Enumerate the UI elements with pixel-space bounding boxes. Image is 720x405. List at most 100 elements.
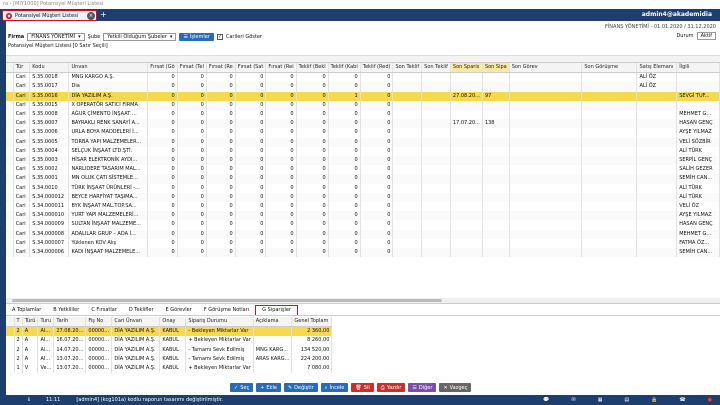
table-row[interactable]: Cari S.35.0017 Dia 0 0 0 0 0 0 0 0 ALİ ÖZ <box>6 82 720 92</box>
table-row[interactable]: Cari S.35.0002 NARLIDERE TASARIM MAL... 0 0 0… <box>6 165 720 175</box>
column-header[interactable]: Satış Elemanı <box>636 63 678 74</box>
table-row[interactable]: 2 A Al... 14.07.20... 00000... DİA YAZILIM A.… <box>6 345 333 355</box>
table-row[interactable]: Cari S.34.000006 KADI İNŞAAT MALZEMELE... 0… <box>6 248 720 258</box>
detail-tab[interactable]: C Fırsatlar <box>85 306 123 315</box>
table-cell <box>636 202 678 212</box>
table-row[interactable]: 2 A Al... 13.07.20... 00000... DİA YAZILIM A.… <box>6 354 333 365</box>
column-header[interactable]: Türü <box>22 317 39 328</box>
column-header[interactable]: Fırsat (Tel <box>177 63 207 74</box>
table-row[interactable]: 2 A Al... 27.08.20... 00000... DİA YAZILIM A.… <box>6 326 333 337</box>
table-cell: 0 <box>235 165 267 175</box>
table-cell: 0 <box>328 137 361 147</box>
table-cell: 0 <box>296 156 329 166</box>
detail-tab[interactable]: D Teklifler <box>123 306 160 315</box>
row-indicator <box>6 211 14 221</box>
column-header[interactable]: Sipariş Durumu <box>185 317 254 328</box>
column-header[interactable]: Fırsat (Sat <box>235 63 267 74</box>
table-row[interactable]: Cari S.34.000012 BEYCE HARFİYAT TAŞIMA... 0… <box>6 192 720 203</box>
sil-button[interactable]: 🗑 Sil <box>351 383 374 392</box>
lock-icon[interactable]: 🔒 <box>651 397 657 403</box>
table-cell: 0 <box>296 248 329 258</box>
table-cell: 0 <box>265 100 297 111</box>
yazdir-button[interactable]: ⎙ Yazdır <box>376 383 406 392</box>
column-header[interactable]: Kodu <box>29 63 70 74</box>
mail-icon[interactable]: ✉ <box>571 397 575 403</box>
table-row[interactable]: Cari S.34.000010 YURT YAPI MALZEMELERİ... 0… <box>6 211 720 221</box>
horizontal-scrollbar[interactable] <box>6 298 720 303</box>
table-row[interactable]: Cari S.35.0007 BAYRAKLI RENK SANAYİ A... 0 0… <box>6 119 720 129</box>
diger-button[interactable]: ☰ Diğer <box>408 383 437 392</box>
ekle-button[interactable]: + Ekle <box>256 383 281 392</box>
column-header[interactable]: Genel Toplam <box>291 317 333 328</box>
column-header[interactable]: İlgili <box>676 63 720 74</box>
column-header[interactable]: Son Teklif <box>392 63 423 74</box>
sube-select[interactable]: Yetkili Olduğum Şubeler ▾ <box>103 33 177 41</box>
close-icon[interactable]: × <box>87 11 95 20</box>
table-row[interactable]: 1 V Ve... 13.07.20... 00000... DİA YAZILIM A.… <box>6 364 333 374</box>
islemler-button[interactable]: ☰ İşlemler <box>179 33 214 41</box>
durum-select[interactable]: Aktif <box>696 32 716 40</box>
table-row[interactable]: Cari S.34.000011 BYK İNŞAAT MAL.TOP.SA... 0… <box>6 202 720 212</box>
column-header[interactable]: Açıklama <box>253 317 293 328</box>
detail-tab[interactable]: E Görevler <box>160 306 198 315</box>
table-cell <box>392 156 423 166</box>
vazgec-button[interactable]: ✕ Vazgeç <box>439 383 472 392</box>
column-header[interactable]: Cari Ünvan <box>111 317 161 328</box>
table-row[interactable]: Cari S.35.0015 X OPERATÖR SATICI FİRMA 0 0 0 0… <box>6 100 720 111</box>
sec-button[interactable]: ✓ Seç <box>230 383 254 392</box>
column-header[interactable]: Teklif (Bekl <box>296 63 329 74</box>
tab-potansiyel-musteri[interactable]: ◆ Potansiyel Müşteri Listesi × <box>2 10 97 21</box>
column-header[interactable]: Son Teklif <box>421 63 451 74</box>
table-row[interactable]: Cari S.35.0004 SELÇUK İNŞAAT LTD.ŞTİ. 0 0 0 0 0… <box>6 146 720 157</box>
table-cell: 0 <box>265 128 297 138</box>
notification-icon[interactable]: ● <box>708 397 712 403</box>
table-cell: 0 <box>147 192 178 203</box>
column-header[interactable]: Fırsat (Gö <box>147 63 178 74</box>
column-header[interactable]: Son Görüşme <box>581 63 638 74</box>
column-filter-row[interactable] <box>6 55 720 62</box>
phone-icon[interactable]: ☎ <box>679 397 685 403</box>
column-header[interactable]: Fırsat (Re <box>206 63 236 74</box>
column-header[interactable]: Unvan <box>68 63 149 74</box>
table-row[interactable]: Cari S.35.0006 URLA BOYA MADDELERİ İ... 0 0 0… <box>6 128 720 138</box>
table-row[interactable]: Cari S.34.0010 TÜRK İNŞAAT ÜRÜNLERİ -... 0 0… <box>6 183 720 193</box>
column-header[interactable]: Son Görev <box>509 63 583 74</box>
degistir-button[interactable]: ✎ Değiştir <box>283 383 318 392</box>
table-row[interactable]: Cari S.35.0003 HİSAR ELEKTRONİK AYDI... 0 0 0… <box>6 156 720 166</box>
column-header[interactable]: Son Sipa <box>482 63 510 74</box>
table-row[interactable]: Cari S.35.0008 AĞUR ÇİMENTO İNŞAAT ... 0 0 0 0… <box>6 110 720 120</box>
detail-tab[interactable]: A Toplamlar <box>6 306 47 315</box>
table-cell: ADALILAR GRUP – ADA İ... <box>68 229 149 239</box>
column-header[interactable]: Turu <box>37 317 55 328</box>
column-header[interactable]: T <box>14 317 23 328</box>
column-header[interactable]: Onay <box>159 317 187 328</box>
column-header[interactable]: Fırsat (Rei <box>265 63 297 74</box>
chat-icon[interactable]: 💬 <box>543 397 549 403</box>
column-header[interactable]: Tür <box>13 63 31 74</box>
column-header[interactable]: Tarih <box>53 317 87 328</box>
detail-tab[interactable]: B Yetkililer <box>47 306 85 315</box>
table-row[interactable]: Cari S.34.000009 SULTAN İNŞAAT MALZEME... 0… <box>6 220 720 230</box>
detail-tab[interactable]: G Siparişler <box>255 305 299 315</box>
table-row[interactable]: Cari S.35.0016 DİA YAZILIM A.Ş. 0 0 0 0 0 0 1 0 27.… <box>6 91 720 101</box>
incele-button[interactable]: ⌕ İncele <box>320 383 349 392</box>
table-row[interactable]: 2 A Al... 16.07.20... 00000... DİA YAZILIM A.… <box>6 336 333 346</box>
calendar-icon[interactable]: ▤ <box>624 397 629 403</box>
column-header[interactable]: Teklif (Red) <box>360 63 394 74</box>
table-row[interactable]: Cari S.35.0005 TORBA YAPI MALZEMELER... 0 0 0… <box>6 137 720 147</box>
add-tab-icon[interactable]: + <box>100 10 107 20</box>
column-header[interactable]: Teklif (Kabi <box>328 63 361 74</box>
table-cell <box>482 110 510 120</box>
detail-tab[interactable]: F Görüşme Notları <box>198 306 255 315</box>
table-row[interactable]: Cari S.35.0001 MN OLUK ÇATI SİSTEMLE... 0 0 0… <box>6 174 720 184</box>
column-header[interactable]: Son Sparis <box>450 63 483 74</box>
carileri-goster-checkbox[interactable]: ✓ <box>216 34 223 40</box>
table-row[interactable]: Cari S.35.0018 MNG KARGO A.Ş. 0 0 0 0 0 0 0 0 ALİ Ö… <box>6 72 720 83</box>
firma-select[interactable]: FİNANS YÖNETİMİ ▾ <box>27 33 85 41</box>
table-row[interactable]: Cari S.34.000008 ADALILAR GRUP – ADA İ... 0… <box>6 229 720 239</box>
table-cell <box>421 119 451 129</box>
table-cell: 0 <box>147 211 178 221</box>
grid-icon[interactable]: ▦ <box>598 397 603 403</box>
table-row[interactable]: Cari S.34.000007 Yüklenen KOV Alış 0 0 0 0 0 0 0 0… <box>6 238 720 249</box>
column-header[interactable]: Fiş No <box>85 317 113 328</box>
